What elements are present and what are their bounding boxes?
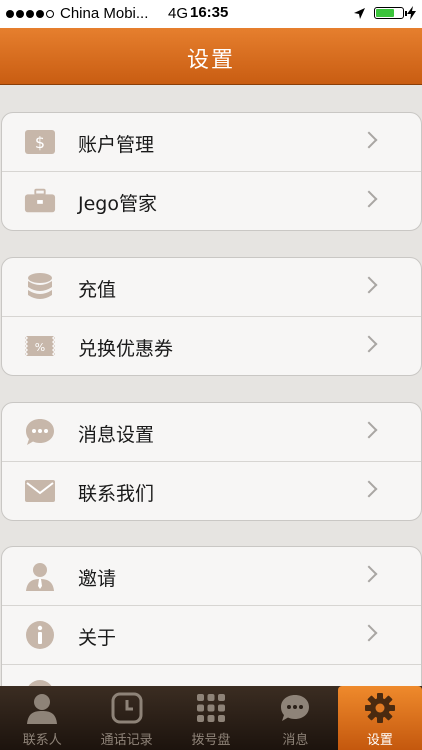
person-icon xyxy=(24,560,56,592)
settings-row-account-management[interactable]: $ 账户管理 xyxy=(2,113,421,171)
chevron-right-icon xyxy=(360,276,378,294)
row-label: 兑换优惠券 xyxy=(78,338,174,360)
status-bar: China Mobi... 4G 16:35 xyxy=(0,0,422,28)
tab-settings[interactable]: 设置 xyxy=(337,686,422,750)
settings-row-contact-us[interactable]: 联系我们 xyxy=(2,461,421,520)
signal-dot xyxy=(36,9,44,18)
settings-row-redeem-coupon[interactable]: % 兑换优惠券 xyxy=(2,316,421,375)
svg-text:$: $ xyxy=(35,133,45,152)
chevron-right-icon xyxy=(360,565,378,583)
settings-group-account: $ 账户管理 Jego管家 xyxy=(1,112,422,231)
chevron-right-icon xyxy=(360,480,378,498)
chevron-right-icon xyxy=(360,335,378,353)
contact-icon xyxy=(26,692,58,724)
svg-text:%: % xyxy=(35,341,45,354)
tab-label: 消息 xyxy=(282,733,309,748)
signal-dot xyxy=(26,9,34,18)
charging-bolt-icon xyxy=(407,6,416,20)
row-label: 账户管理 xyxy=(78,134,155,156)
gear-icon xyxy=(364,692,396,724)
settings-row-invite[interactable]: 邀请 xyxy=(2,547,421,605)
row-label: 邀请 xyxy=(78,568,117,590)
settings-group-about: 邀请 关于 xyxy=(1,546,422,708)
chevron-right-icon xyxy=(360,131,378,149)
chat-bubble-icon xyxy=(24,416,56,448)
clock-icon xyxy=(111,692,143,724)
settings-row-message-settings[interactable]: 消息设置 xyxy=(2,403,421,461)
carrier-name: China Mobi... xyxy=(60,5,149,22)
navigation-bar: 设置 xyxy=(0,28,422,85)
coupon-icon: % xyxy=(24,330,56,362)
row-label: 关于 xyxy=(78,627,117,649)
settings-group-payment: 充值 % 兑换优惠券 xyxy=(1,257,422,376)
status-right xyxy=(353,6,416,20)
chevron-right-icon xyxy=(360,190,378,208)
settings-row-recharge[interactable]: 充值 xyxy=(2,258,421,316)
chevron-right-icon xyxy=(360,624,378,642)
signal-dot-empty xyxy=(46,9,54,18)
battery-icon xyxy=(374,7,407,19)
row-label: 充值 xyxy=(78,279,117,301)
chevron-right-icon xyxy=(360,421,378,439)
dollar-icon: $ xyxy=(24,126,56,158)
tab-messages[interactable]: 消息 xyxy=(253,686,337,750)
tab-dialpad[interactable]: 拨号盘 xyxy=(169,686,253,750)
network-type: 4G xyxy=(168,5,189,22)
tab-call-history[interactable]: 通话记录 xyxy=(84,686,168,750)
tab-label: 通话记录 xyxy=(100,733,153,748)
clock: 16:35 xyxy=(190,4,229,21)
signal-dot xyxy=(6,9,14,18)
envelope-icon xyxy=(24,475,56,507)
info-icon xyxy=(24,619,56,651)
settings-row-jego-butler[interactable]: Jego管家 xyxy=(2,171,421,230)
signal-carrier: China Mobi... xyxy=(6,5,148,22)
tab-label: 设置 xyxy=(366,733,393,748)
tab-label: 拨号盘 xyxy=(191,733,231,748)
signal-dot xyxy=(16,9,24,18)
row-label: Jego管家 xyxy=(78,193,157,215)
keypad-icon xyxy=(195,692,227,724)
settings-row-about[interactable]: 关于 xyxy=(2,605,421,664)
message-icon xyxy=(279,692,311,724)
page-title: 设置 xyxy=(186,48,235,73)
tab-contacts[interactable]: 联系人 xyxy=(0,686,84,750)
row-label: 消息设置 xyxy=(78,424,155,446)
briefcase-icon xyxy=(24,185,56,217)
tab-bar: 联系人 通话记录 拨号盘 消息 设置 xyxy=(0,686,422,750)
location-arrow-icon xyxy=(354,7,365,19)
tab-label: 联系人 xyxy=(22,733,62,748)
settings-group-messages: 消息设置 联系我们 xyxy=(1,402,422,521)
coins-icon xyxy=(24,271,56,303)
row-label: 联系我们 xyxy=(78,483,155,505)
